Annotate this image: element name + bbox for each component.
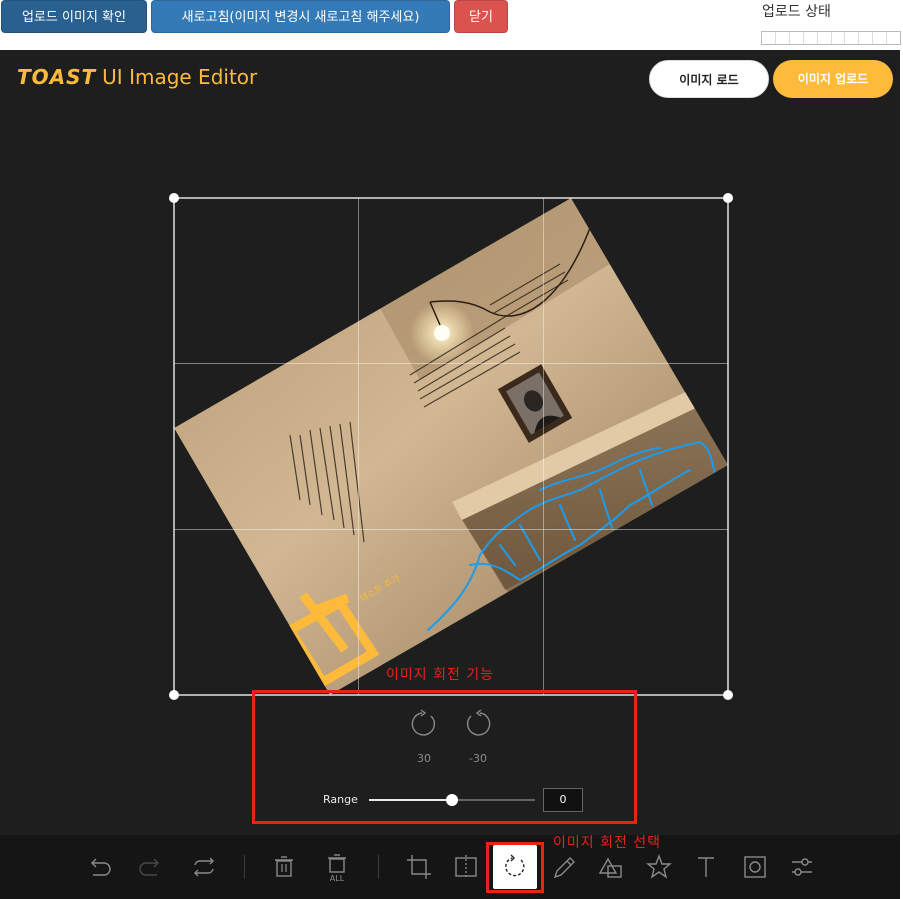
crop-handle-bottom-right [723, 690, 733, 700]
range-label: Range [323, 793, 358, 806]
refresh-button[interactable]: 새로고침(이미지 변경시 새로고침 해주세요) [151, 0, 450, 33]
check-upload-button[interactable]: 업로드 이미지 확인 [1, 0, 147, 33]
crop-handle-top-left [169, 193, 179, 203]
undo-icon[interactable] [83, 851, 115, 883]
upload-status-label: 업로드 상태 [762, 4, 831, 20]
range-value-input[interactable]: 0 [543, 788, 583, 812]
image-editor: TOAST UI Image Editor 이미지 로드 이미지 업로드 테스트… [0, 50, 900, 899]
mask-icon[interactable] [739, 851, 771, 883]
shape-icon[interactable] [595, 851, 627, 883]
text-icon[interactable] [690, 851, 722, 883]
rotate-feature-annotation: 이미지 회전 기능 [386, 667, 495, 683]
menu-separator [378, 855, 379, 879]
rotated-photo: 테스트 추가 [174, 198, 728, 695]
filter-icon[interactable] [786, 851, 818, 883]
range-fill [369, 799, 452, 801]
upload-progress-bar [761, 31, 901, 45]
rotate-counterclockwise-icon[interactable] [463, 709, 493, 739]
menu-separator [244, 855, 245, 879]
close-button[interactable]: 닫기 [454, 0, 508, 33]
delete-all-caption: ALL [330, 874, 345, 883]
delete-icon[interactable] [268, 851, 300, 883]
draw-icon[interactable] [548, 851, 580, 883]
top-bar: 업로드 이미지 확인 새로고침(이미지 변경시 새로고침 해주세요) 닫기 업로… [0, 0, 903, 50]
rotate-clockwise-icon[interactable] [409, 709, 439, 739]
crop-handle-bottom-left [169, 690, 179, 700]
rotate-counterclockwise-label: -30 [469, 752, 487, 765]
flip-icon[interactable] [450, 851, 482, 883]
rotate-select-annotation: 이미지 회전 선택 [553, 835, 662, 851]
crop-handle-top-right [723, 193, 733, 203]
rotate-clockwise-label: 30 [417, 752, 431, 765]
rotation-range-slider[interactable] [369, 794, 535, 806]
rotate-icon[interactable] [499, 851, 531, 883]
icon-icon[interactable] [643, 851, 675, 883]
crop-icon[interactable] [403, 851, 435, 883]
range-thumb[interactable] [446, 794, 458, 806]
bottom-menu: ALL [0, 835, 900, 899]
delete-all-icon[interactable]: ALL [321, 851, 353, 883]
redo-icon[interactable] [135, 851, 167, 883]
reset-icon[interactable] [188, 851, 220, 883]
